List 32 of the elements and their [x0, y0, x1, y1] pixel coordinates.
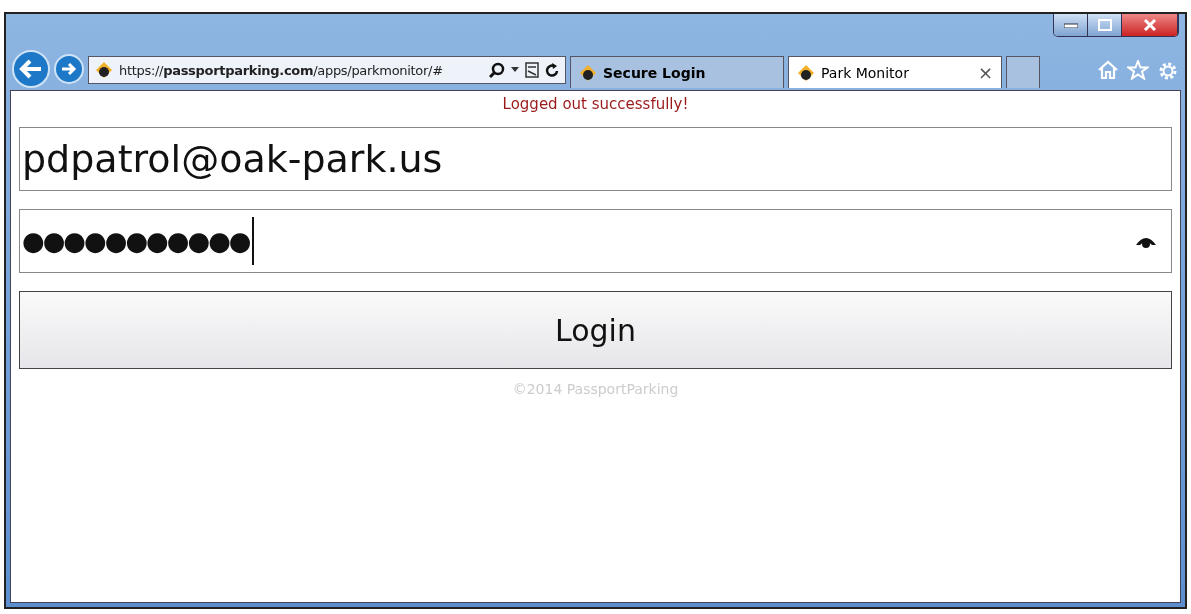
compatibility-icon[interactable] [525, 62, 539, 78]
minimize-icon [1063, 22, 1078, 28]
dropdown-icon[interactable] [511, 67, 519, 73]
text-cursor [251, 217, 254, 265]
email-field[interactable]: pdpatrol@oak-park.us [19, 127, 1172, 191]
status-message: Logged out successfully! [502, 95, 689, 113]
minimize-button[interactable] [1054, 14, 1088, 36]
back-button[interactable] [12, 50, 50, 88]
star-icon[interactable] [1127, 60, 1149, 80]
close-icon [1142, 19, 1157, 31]
browser-tab[interactable]: Park Monitor × [788, 56, 1002, 88]
tab-title: Park Monitor [821, 64, 910, 81]
tab-title: Secure Login [603, 64, 707, 81]
maximize-button[interactable] [1088, 14, 1122, 36]
back-arrow-icon [19, 59, 43, 79]
address-bar[interactable]: https://passportparking.com/apps/parkmonitor/# [88, 56, 566, 84]
browser-tab[interactable]: Secure Login [570, 56, 784, 88]
url-text: https://passportparking.com/apps/parkmonitor/# [119, 62, 444, 78]
forward-button[interactable] [54, 54, 84, 84]
maximize-icon [1097, 19, 1112, 31]
new-tab-button[interactable] [1006, 56, 1040, 88]
refresh-icon[interactable] [545, 62, 559, 78]
site-icon [797, 63, 815, 82]
close-button[interactable] [1122, 14, 1178, 36]
close-tab-button[interactable]: × [977, 62, 993, 83]
search-icon[interactable] [489, 62, 505, 78]
login-button[interactable]: Login [19, 291, 1172, 369]
password-text: ●●●●●●●●●●● [22, 226, 250, 256]
site-icon [95, 61, 113, 79]
password-field[interactable]: ●●●●●●●●●●● [19, 209, 1172, 273]
site-icon [579, 63, 597, 82]
forward-arrow-icon [61, 62, 77, 76]
